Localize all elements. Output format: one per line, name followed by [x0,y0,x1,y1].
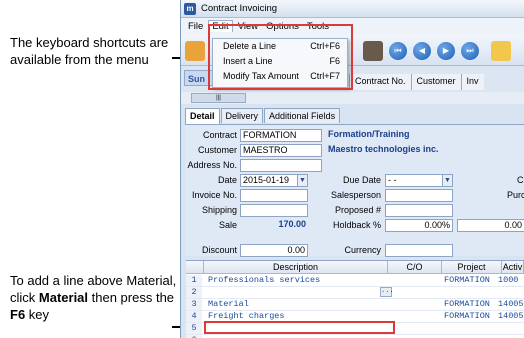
settings-icon[interactable] [185,41,205,61]
menu-item-delete-line[interactable]: Delete a Line Ctrl+F6 [213,39,347,54]
detail-form: Contract FORMATION Formation/Training Cu… [185,124,524,257]
contract-label: Contract [202,130,237,140]
menu-bar: File Edit View Options Tools [181,18,524,34]
invoice-no-field[interactable] [240,189,308,202]
column-activity[interactable]: Activ [502,261,524,274]
chevron-down-icon[interactable]: ▼ [442,175,452,186]
sale-label: Sale [218,220,237,230]
holdback-percent-field[interactable]: 0.00% [385,219,453,232]
holdback-label: Holdback % [332,220,381,230]
tab-additional-fields[interactable]: Additional Fields [264,108,341,123]
first-record-icon[interactable]: ⏮ [389,42,407,60]
holdback-amount-field[interactable]: 0.00 [457,219,524,232]
row-project[interactable]: FORMATION [444,311,490,322]
row-description[interactable]: Material [208,299,249,310]
row-description[interactable]: Professionals services [208,275,320,286]
row-number: 1 [186,275,202,286]
detail-lines-grid: Description C/O Project Activ 1 Professi… [186,260,524,338]
shipping-label: Shipping [201,205,237,215]
table-row[interactable]: 2 ... [186,287,524,299]
discount-field[interactable]: 0.00 [240,244,308,257]
address-no-field[interactable] [240,159,322,172]
table-row[interactable]: 4 Freight charges FORMATION 14005 [186,311,524,323]
menu-edit[interactable]: Edit [208,20,233,32]
list-header: Contract No. Customer Inv [349,74,484,90]
sale-value: 170.00 [278,219,306,229]
folder-icon[interactable] [491,41,511,61]
menu-view[interactable]: View [235,21,261,32]
contract-field[interactable]: FORMATION [240,129,322,142]
column-description[interactable]: Description [204,261,388,274]
row-project[interactable]: FORMATION [444,299,490,310]
currency-label: Currency [344,245,381,255]
invoice-no-label: Invoice No. [191,190,237,200]
proposed-label: Proposed # [334,205,381,215]
add-line-callout: To add a line above Material, click Mate… [10,273,177,322]
table-row[interactable]: 3 Material FORMATION 14005 [186,299,524,311]
column-contract-no[interactable]: Contract No. [349,74,411,90]
row-project[interactable]: FORMATION [444,275,490,286]
ellipsis-button[interactable]: ... [380,287,394,297]
previous-record-icon[interactable]: ◀ [413,42,431,60]
row-number: 2 [186,287,202,298]
column-co[interactable]: C/O [388,261,442,274]
address-no-label: Address No. [187,160,237,170]
title-bar: m Contract Invoicing [181,0,524,18]
right-label-c: C [517,175,524,185]
window-title: Contract Invoicing [201,3,278,14]
menu-file[interactable]: File [185,21,206,32]
column-invoice[interactable]: Inv [460,74,484,90]
row-number: 5 [186,323,202,334]
table-row[interactable]: 5 [186,323,524,335]
chevron-down-icon[interactable]: ▼ [297,175,307,186]
column-customer[interactable]: Customer [410,74,461,90]
shortcut-label: F6 [329,56,340,66]
shortcut-label: Ctrl+F6 [310,41,340,51]
grid-corner [186,261,204,274]
tab-detail[interactable]: Detail [185,108,220,124]
last-record-icon[interactable]: ⏭ [461,42,479,60]
due-date-field[interactable]: - - ▼ [385,174,453,187]
row-description[interactable]: Freight charges [208,311,285,322]
due-date-label: Due Date [342,175,381,185]
detail-tabs: Detail Delivery Additional Fields [185,108,341,124]
currency-field[interactable] [385,244,453,257]
horizontal-scrollbar[interactable]: ||| [181,92,524,104]
cabinet-icon[interactable] [363,41,383,61]
row-activity[interactable]: 14005 [498,299,524,310]
salesperson-label: Salesperson [330,190,381,200]
date-label: Date [217,175,237,185]
tab-delivery[interactable]: Delivery [220,108,264,123]
column-project[interactable]: Project [442,261,502,274]
shortcut-label: Ctrl+F7 [310,71,340,81]
menu-shortcuts-callout: The keyboard shortcuts are available fro… [10,35,169,67]
menu-item-insert-line[interactable]: Insert a Line F6 [213,54,347,69]
proposed-field[interactable] [385,204,453,217]
shipping-field[interactable] [240,204,308,217]
date-field[interactable]: 2015-01-19 ▼ [240,174,308,187]
row-number: 3 [186,299,202,310]
row-activity[interactable]: 14005 [498,311,524,322]
next-record-icon[interactable]: ▶ [437,42,455,60]
tab-summary[interactable]: Sun [184,70,214,86]
menu-tools[interactable]: Tools [304,21,332,32]
customer-description: Maestro technologies inc. [328,144,439,154]
app-logo-icon: m [184,2,196,15]
menu-options[interactable]: Options [263,21,302,32]
row-number: 4 [186,311,202,322]
contract-description: Formation/Training [328,129,410,139]
edit-menu-dropdown: Delete a Line Ctrl+F6 Insert a Line F6 Mod… [212,38,348,88]
customer-field[interactable]: MAESTRO [240,144,322,157]
customer-label: Customer [197,145,237,155]
right-label-purc: Purc [507,190,524,200]
scrollbar-thumb[interactable]: ||| [191,93,246,103]
discount-label: Discount [201,245,237,255]
menu-item-modify-tax-amount[interactable]: Modify Tax Amount Ctrl+F7 [213,69,347,84]
salesperson-field[interactable] [385,189,453,202]
row-activity[interactable]: 1000 [498,275,518,286]
table-row[interactable]: 1 Professionals services FORMATION 1000 [186,275,524,287]
